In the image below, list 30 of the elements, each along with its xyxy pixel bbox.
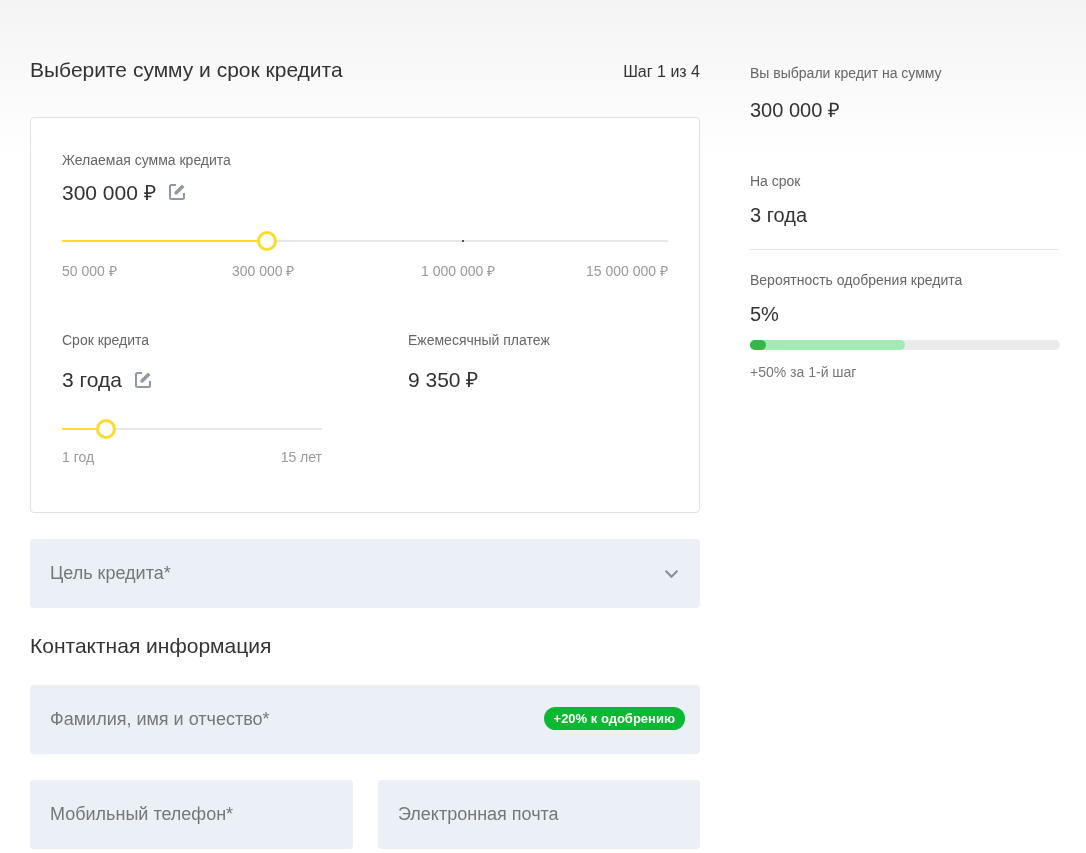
summary-label: Вы выбрали кредит на сумму (750, 65, 943, 81)
scale-label: 300 000 ₽ (232, 262, 296, 280)
scale-label: 1 год (62, 449, 95, 465)
summary-label: Вероятность одобрения кредита (750, 272, 964, 288)
step-indicator: Шаг 1 из 4 (623, 63, 700, 81)
summary-value: 300 000 ₽ (750, 98, 841, 123)
edit-icon[interactable] (133, 371, 152, 389)
payment-value: 9 350 ₽ (408, 368, 480, 392)
bonus-badge: +20% к одобрению (543, 707, 685, 730)
scale-label: 15 000 000 ₽ (586, 262, 668, 280)
bonus-note: +50% за 1-й шаг (750, 364, 858, 380)
slider-handle[interactable] (95, 419, 116, 439)
scale-label: 15 лет (280, 449, 322, 465)
field-label: Срок кредита (62, 332, 151, 348)
term-value: 3 года (62, 368, 122, 392)
slider-handle[interactable] (257, 231, 278, 251)
page-title: Выберите сумму и срок кредита (30, 58, 343, 82)
input-field[interactable]: Мобильный телефон* (30, 780, 353, 849)
approval-percent: 5% (750, 303, 780, 326)
summary-label: На срок (750, 173, 802, 189)
amount-value: 300 000 ₽ (62, 180, 156, 206)
field-label: Желаемая сумма кредита (62, 152, 232, 168)
scale-label: 1 000 000 ₽ (421, 262, 497, 280)
field-label: Ежемесячный платеж (408, 332, 551, 348)
section-title: Контактная информация (30, 634, 273, 658)
scale-label: 50 000 ₽ (62, 262, 118, 280)
summary-value: 3 года (750, 204, 808, 227)
input-field[interactable]: Электронная почта (378, 780, 700, 849)
edit-icon[interactable] (167, 183, 186, 201)
purpose-dropdown[interactable]: Цель кредита* (30, 539, 700, 608)
